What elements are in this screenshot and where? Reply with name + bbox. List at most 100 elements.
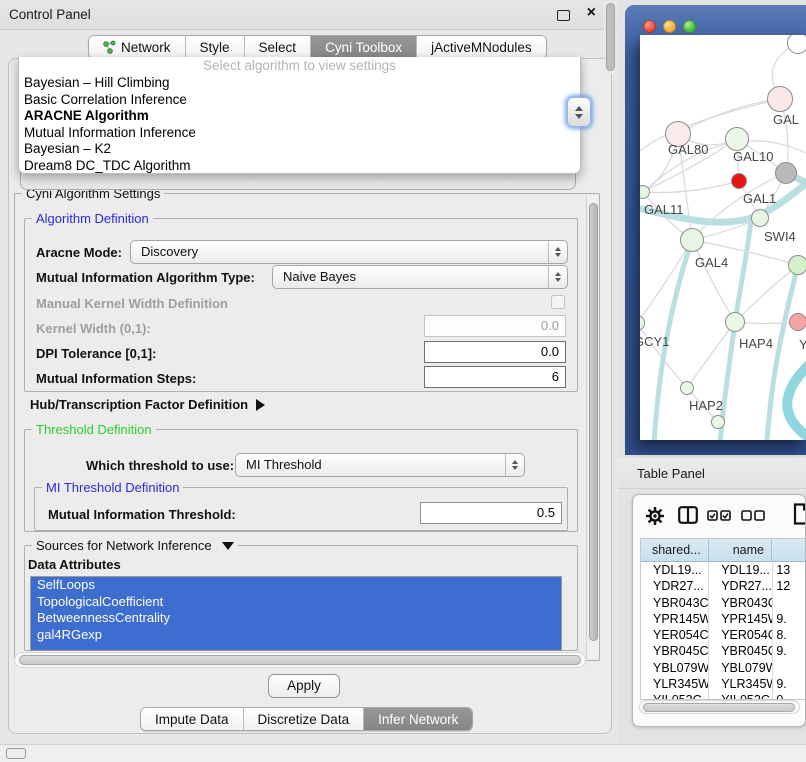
bottom-tab-discretize-data[interactable]: Discretize Data: [244, 708, 365, 730]
mi-steps-field[interactable]: 6: [424, 366, 566, 388]
bottom-tab-impute-data[interactable]: Impute Data: [141, 708, 244, 730]
attributes-scrollbar-thumb[interactable]: [606, 3, 615, 71]
which-threshold-select[interactable]: MI Threshold: [235, 453, 525, 477]
manual-kernel-width-checkbox[interactable]: [551, 295, 565, 309]
column-header-shared[interactable]: shared...: [641, 539, 709, 561]
mac-close-icon[interactable]: [643, 20, 656, 33]
data-attributes-list[interactable]: SelfLoopsTopologicalCoefficientBetweenne…: [30, 576, 562, 651]
network-node-gal10[interactable]: [725, 127, 749, 151]
gear-icon[interactable]: [645, 506, 665, 526]
close-icon[interactable]: ×: [587, 4, 596, 22]
network-node[interactable]: [787, 35, 806, 54]
column-header-name[interactable]: name: [709, 539, 772, 561]
network-node-gal[interactable]: [767, 86, 793, 112]
node-label-gal4: GAL4: [695, 255, 728, 270]
network-node[interactable]: [731, 173, 747, 189]
aracne-mode-value: Discovery: [141, 244, 198, 259]
tab-select[interactable]: Select: [245, 36, 312, 58]
data-attributes-label: Data Attributes: [28, 557, 121, 572]
table-cell: YBL079W: [709, 660, 773, 676]
table-row[interactable]: YDR27...YDR27...12: [641, 578, 806, 594]
panel-toggle-button[interactable]: [6, 748, 26, 759]
status-strip: [0, 744, 806, 762]
kernel-width-field[interactable]: 0.0: [424, 315, 566, 337]
table-cell: YDL19...: [709, 562, 773, 578]
algorithm-item-mutual-information-inference[interactable]: Mutual Information Inference: [19, 125, 580, 142]
tab-label: jActiveMNodules: [431, 40, 532, 55]
network-canvas[interactable]: GALGAL80GAL10GAL1GAL11SWI4GAL4GCY1HAP4YH…: [640, 35, 806, 440]
table-horizontal-scrollbar[interactable]: [639, 700, 800, 714]
network-node-gal1[interactable]: [751, 209, 769, 227]
tab-network[interactable]: Network: [89, 36, 186, 58]
mi-threshold-definition-title: MI Threshold Definition: [42, 480, 183, 495]
settings-hscrollbar-thumb[interactable]: [19, 655, 581, 665]
tab-label: Network: [121, 40, 171, 55]
table-row[interactable]: YBR045CYBR045C9.: [641, 643, 806, 659]
tab-jactivemnodules[interactable]: jActiveMNodules: [417, 36, 546, 58]
algorithm-item-basic-correlation-inference[interactable]: Basic Correlation Inference: [19, 92, 580, 109]
which-threshold-label: Which threshold to use:: [86, 458, 234, 473]
file-icon[interactable]: [793, 503, 806, 525]
split-pane-icon[interactable]: [678, 506, 698, 524]
settings-horizontal-scrollbar[interactable]: [14, 652, 586, 668]
attribute-item-selfloops[interactable]: SelfLoops: [31, 577, 561, 594]
node-label-gal80: GAL80: [668, 142, 708, 157]
algorithm-item-bayesian-k2[interactable]: Bayesian – K2: [19, 141, 580, 158]
mac-zoom-icon[interactable]: [683, 20, 696, 33]
aracne-mode-select[interactable]: Discovery: [130, 240, 568, 264]
table-cell: 8.: [773, 627, 806, 643]
settings-vertical-scrollbar[interactable]: [586, 196, 599, 658]
network-icon: [103, 40, 116, 54]
node-table[interactable]: shared...name YDL19...YDL19...13YDR27...…: [640, 538, 806, 700]
mi-threshold-field[interactable]: 0.5: [420, 502, 562, 524]
algorithm-dropdown-popup: Select algorithm to view settings Bayesi…: [18, 57, 581, 174]
unchecked-boxes-icon[interactable]: [741, 510, 765, 521]
network-node[interactable]: [788, 255, 806, 275]
settings-scrollbar-thumb[interactable]: [589, 203, 598, 641]
bottom-tab-infer-network[interactable]: Infer Network: [364, 708, 472, 730]
network-node[interactable]: [775, 162, 797, 184]
mac-minimize-icon[interactable]: [663, 20, 676, 33]
table-hscrollbar-thumb[interactable]: [643, 703, 795, 712]
network-node[interactable]: [711, 415, 725, 429]
float-panel-icon[interactable]: [557, 10, 570, 21]
table-row[interactable]: YIL052CYIL052C0.: [641, 692, 806, 700]
network-node-gal4[interactable]: [680, 228, 704, 252]
column-header-2[interactable]: [772, 539, 806, 561]
attributes-scrollbar[interactable]: [604, 1, 617, 74]
algorithm-item-bayesian-hill-climbing[interactable]: Bayesian – Hill Climbing: [19, 75, 580, 92]
table-row[interactable]: YPR145WYPR145W9.: [641, 611, 806, 627]
table-row[interactable]: YER054CYER054C8.: [641, 627, 806, 643]
tab-cyni-toolbox[interactable]: Cyni Toolbox: [311, 36, 417, 58]
algorithm-definition-title: Algorithm Definition: [32, 211, 153, 226]
attribute-item-gal4rgexp[interactable]: gal4RGexp: [31, 627, 561, 644]
table-row[interactable]: YLR345WYLR345W9.: [641, 676, 806, 692]
attribute-item-betweennesscentrality[interactable]: BetweennessCentrality: [31, 610, 561, 627]
hub-definition-expander[interactable]: Hub/Transcription Factor Definition: [30, 397, 265, 412]
dpi-tolerance-field[interactable]: 0.0: [424, 341, 566, 363]
algorithm-item-aracne-algorithm[interactable]: ARACNE Algorithm: [19, 108, 580, 125]
combobox-stepper-icon[interactable]: [567, 97, 591, 127]
mi-algorithm-type-select[interactable]: Naive Bayes: [272, 265, 568, 289]
checked-boxes-icon[interactable]: [707, 510, 731, 521]
collapse-down-icon: [222, 542, 234, 550]
table-row[interactable]: YBR043CYBR043C: [641, 595, 806, 611]
network-node-hap2[interactable]: [680, 381, 694, 395]
apply-button[interactable]: Apply: [268, 674, 340, 698]
tab-style[interactable]: Style: [186, 36, 245, 58]
table-cell: YER054C: [641, 627, 709, 643]
node-label-y: Y: [799, 337, 806, 352]
attribute-item-topologicalcoefficient[interactable]: TopologicalCoefficient: [31, 594, 561, 611]
table-cell: YDR27...: [641, 578, 709, 594]
table-row[interactable]: YDL19...YDL19...13: [641, 562, 806, 578]
network-node-y[interactable]: [789, 313, 806, 331]
network-node-hap4[interactable]: [725, 312, 745, 332]
sources-collapse-header[interactable]: Sources for Network Inference: [32, 538, 238, 553]
table-row[interactable]: YBL079WYBL079W: [641, 660, 806, 676]
algorithm-item-dream8-dc-tdc-algorithm[interactable]: Dream8 DC_TDC Algorithm: [19, 158, 580, 175]
table-panel: shared...name YDL19...YDL19...13YDR27...…: [632, 494, 806, 727]
node-label-gcy1: GCY1: [640, 334, 669, 349]
tab-label: Style: [200, 40, 230, 55]
combo-stepper-icon: [548, 266, 567, 288]
combo-stepper-icon: [505, 454, 524, 476]
